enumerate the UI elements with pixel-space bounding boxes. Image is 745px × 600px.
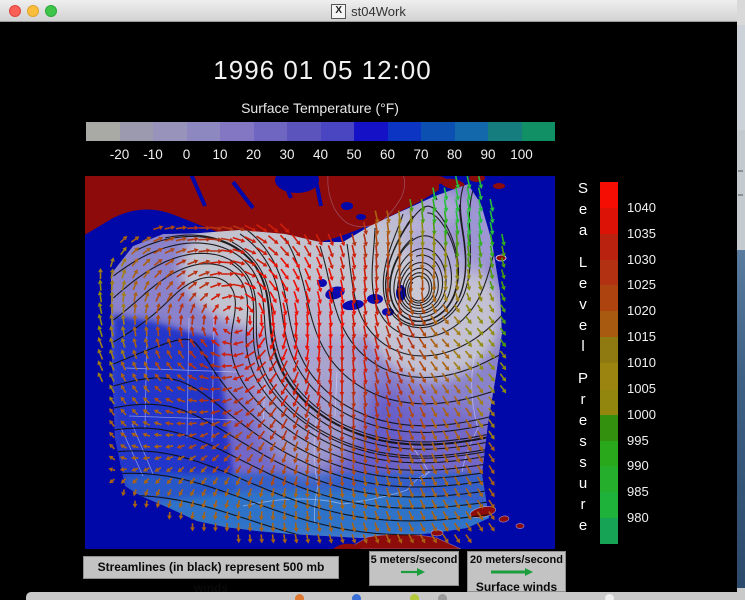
temp-colorbar-segment <box>354 122 388 141</box>
temp-colorbar-segment <box>120 122 154 141</box>
pressure-tick-label: 1030 <box>627 252 669 268</box>
temp-colorbar-segment <box>86 122 120 141</box>
temp-colorbar-segment <box>455 122 489 141</box>
pressure-tick-label: 1015 <box>627 329 669 345</box>
pressure-tick-label: 1020 <box>627 303 669 319</box>
pressure-colorbar-segment <box>600 285 618 311</box>
background-window-sliver <box>737 0 745 600</box>
temperature-colorbar <box>86 122 555 141</box>
pressure-tick-label: 1040 <box>627 200 669 216</box>
macos-dock-edge[interactable] <box>26 592 745 600</box>
pressure-colorbar-segment <box>600 441 618 467</box>
background-window-body2 <box>737 130 745 250</box>
large-arrow-icon <box>469 566 564 578</box>
wind-scale-large: 20 meters/second Surface winds <box>467 551 566 592</box>
streamline-legend: Streamlines (in black) represent 500 mb … <box>83 556 339 579</box>
temp-colorbar-segment <box>388 122 422 141</box>
temp-colorbar-segment <box>488 122 522 141</box>
small-arrow-icon <box>371 566 457 578</box>
pressure-colorbar-segment <box>600 415 618 441</box>
background-window-body <box>737 25 745 130</box>
pressure-colorbar-segment <box>600 518 618 544</box>
x11-icon: X <box>331 4 346 19</box>
window-title: st04Work <box>351 4 406 19</box>
dock-icon[interactable] <box>352 594 361 600</box>
wind-scale-small-label: 5 meters/second <box>370 554 458 566</box>
temp-colorbar-title: Surface Temperature (°F) <box>0 100 640 116</box>
dock-icon[interactable] <box>410 594 419 600</box>
temp-tick-label: 100 <box>500 147 544 162</box>
viz-canvas: 1996 01 05 12:00 Surface Temperature (°F… <box>0 22 737 600</box>
background-window-titlebar <box>737 0 745 25</box>
pressure-colorbar-segment <box>600 311 618 337</box>
pressure-colorbar-segment <box>600 492 618 518</box>
pressure-label-letter: v <box>570 294 596 315</box>
temp-colorbar-segment <box>220 122 254 141</box>
pressure-colorbar <box>600 182 618 544</box>
titlebar-center: X st04Work <box>0 0 737 22</box>
window-titlebar[interactable]: X st04Work <box>0 0 737 22</box>
pressure-label-letter: e <box>570 315 596 336</box>
pressure-label-letter: e <box>570 199 596 220</box>
temp-colorbar-segment <box>287 122 321 141</box>
desktop-wallpaper-edge <box>737 250 745 588</box>
pressure-label-letter: L <box>570 252 596 273</box>
weather-map <box>85 176 555 549</box>
pressure-label-letter: r <box>570 389 596 410</box>
pressure-tick-label: 1005 <box>627 381 669 397</box>
datetime-title: 1996 01 05 12:00 <box>0 55 645 86</box>
temp-colorbar-segment <box>187 122 221 141</box>
pressure-colorbar-segment <box>600 466 618 492</box>
pressure-tick-label: 1010 <box>627 355 669 371</box>
temp-colorbar-segment <box>321 122 355 141</box>
pressure-colorbar-segment <box>600 208 618 234</box>
pressure-label-letter: u <box>570 473 596 494</box>
wind-scale-large-label: 20 meters/second <box>468 554 565 566</box>
pressure-colorbar-segment <box>600 337 618 363</box>
temp-colorbar-segment <box>522 122 556 141</box>
pressure-tick-label: 1025 <box>627 277 669 293</box>
pressure-label-letter: e <box>570 410 596 431</box>
pressure-label-letter: l <box>570 336 596 357</box>
dock-icon[interactable] <box>438 594 447 600</box>
pressure-colorbar-segment <box>600 182 618 208</box>
pressure-label-letter: r <box>570 494 596 515</box>
pressure-colorbar-segment <box>600 389 618 415</box>
temp-colorbar-segment <box>421 122 455 141</box>
dock-edge <box>737 588 745 600</box>
pressure-tick-label: 1000 <box>627 407 669 423</box>
pressure-label-letter: a <box>570 220 596 241</box>
pressure-colorbar-segment <box>600 260 618 286</box>
temp-colorbar-segment <box>254 122 288 141</box>
pressure-tick-label: 985 <box>627 484 669 500</box>
pressure-label-letter: S <box>570 178 596 199</box>
pressure-label-letter: s <box>570 452 596 473</box>
pressure-tick-label: 990 <box>627 458 669 474</box>
pressure-colorbar-label: SeaLevelPressure <box>570 178 596 536</box>
pressure-tick-label: 995 <box>627 433 669 449</box>
dock-icon[interactable] <box>295 594 304 600</box>
pressure-label-letter: e <box>570 515 596 536</box>
pressure-colorbar-segment <box>600 363 618 389</box>
x11-window: X st04Work 1996 01 05 12:00 Surface Temp… <box>0 0 737 600</box>
pressure-tick-label: 1035 <box>627 226 669 242</box>
temp-colorbar-segment <box>153 122 187 141</box>
pressure-colorbar-segment <box>600 234 618 260</box>
pressure-tick-label: 980 <box>627 510 669 526</box>
pressure-label-letter: e <box>570 273 596 294</box>
pressure-label-letter: s <box>570 431 596 452</box>
dock-icon[interactable] <box>605 594 614 600</box>
wind-scale-small: 5 meters/second <box>369 551 459 586</box>
pressure-label-letter: P <box>570 368 596 389</box>
